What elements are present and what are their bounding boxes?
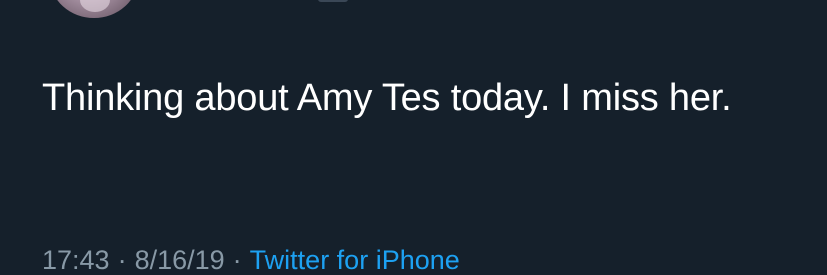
meta-separator: · [117,245,127,275]
author-name-fragment [318,0,348,2]
avatar[interactable] [50,0,138,18]
tweet-source-link[interactable]: Twitter for iPhone [250,245,460,275]
tweet-date[interactable]: 8/16/19 [135,245,225,275]
tweet-text: Thinking about Amy Tes today. I miss her… [42,77,732,119]
tweet-time[interactable]: 17:43 [42,245,110,275]
tweet-meta: 17:43 · 8/16/19 · Twitter for iPhone [42,243,460,275]
meta-separator: · [232,245,242,275]
tweet-card: Thinking about Amy Tes today. I miss her… [0,0,827,275]
